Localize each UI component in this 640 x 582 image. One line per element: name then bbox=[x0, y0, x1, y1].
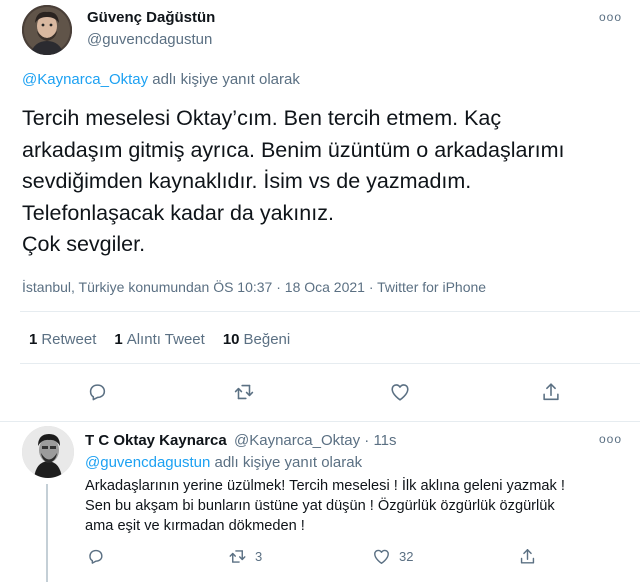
author-handle[interactable]: @guvencdagustun bbox=[87, 31, 212, 48]
reply-context: @guvencdagustun adlı kişiye yanıt olarak bbox=[85, 454, 362, 471]
reply-context-label: adlı kişiye yanıt olarak bbox=[210, 454, 363, 471]
reply-tweet[interactable]: T C Oktay Kaynarca @Kaynarca_Oktay · 11s… bbox=[0, 422, 640, 582]
divider bbox=[20, 311, 640, 312]
retweet-icon bbox=[229, 549, 246, 563]
retweet-icon[interactable] bbox=[233, 381, 255, 403]
tweet-meta: İstanbul, Türkiye konumundan ÖS 10:37 · … bbox=[22, 279, 487, 295]
tweet-stats: 1 Retweet 1 Alıntı Tweet 10 Beğeni bbox=[29, 331, 290, 348]
divider bbox=[20, 363, 640, 364]
reply-icon[interactable] bbox=[86, 546, 105, 566]
author-name[interactable]: Güvenç Dağüstün bbox=[87, 9, 215, 26]
reply-context-label: adlı kişiye yanıt olarak bbox=[148, 71, 300, 88]
share-icon[interactable] bbox=[518, 546, 537, 566]
reply-author-handle[interactable]: @Kaynarca_Oktay · 11s bbox=[234, 432, 397, 449]
more-options-icon[interactable]: ooo bbox=[599, 432, 622, 446]
reply-mention-link[interactable]: @Kaynarca_Oktay bbox=[22, 71, 148, 88]
reply-author-name[interactable]: T C Oktay Kaynarca bbox=[85, 432, 227, 449]
likes-stat[interactable]: 10 Beğeni bbox=[223, 331, 290, 348]
retweet-count: 3 bbox=[255, 548, 263, 564]
like-label: Beğeni bbox=[243, 331, 291, 348]
share-icon[interactable] bbox=[540, 381, 562, 403]
avatar[interactable] bbox=[22, 5, 72, 55]
main-tweet: Güvenç Dağüstün @guvencdagustun ooo @Kay… bbox=[0, 0, 640, 422]
quote-label: Alıntı Tweet bbox=[126, 331, 205, 348]
retweets-stat[interactable]: 1 Retweet bbox=[29, 331, 96, 348]
reply-mention-link[interactable]: @guvencdagustun bbox=[85, 454, 210, 471]
retweet-count: 1 bbox=[29, 331, 38, 348]
like-count: 10 bbox=[222, 331, 240, 348]
more-options-icon[interactable]: ooo bbox=[599, 10, 622, 24]
like-icon[interactable] bbox=[389, 381, 411, 403]
retweet-label: Retweet bbox=[41, 331, 97, 348]
reply-text: Arkadaşlarının yerine üzülmek! Tercih me… bbox=[85, 478, 565, 534]
like-button[interactable]: 32 bbox=[372, 546, 413, 566]
like-count: 32 bbox=[399, 548, 414, 564]
avatar[interactable] bbox=[22, 426, 74, 478]
reply-context: @Kaynarca_Oktay adlı kişiye yanıt olarak bbox=[22, 71, 300, 88]
thread-line bbox=[46, 484, 48, 582]
quotes-stat[interactable]: 1 Alıntı Tweet bbox=[114, 331, 204, 348]
quote-count: 1 bbox=[114, 331, 123, 348]
like-icon bbox=[374, 549, 389, 564]
reply-icon[interactable] bbox=[86, 381, 108, 403]
tweet-text: Tercih meselesi Oktay’cım. Ben tercih et… bbox=[22, 106, 565, 256]
retweet-button[interactable]: 3 bbox=[228, 546, 262, 566]
